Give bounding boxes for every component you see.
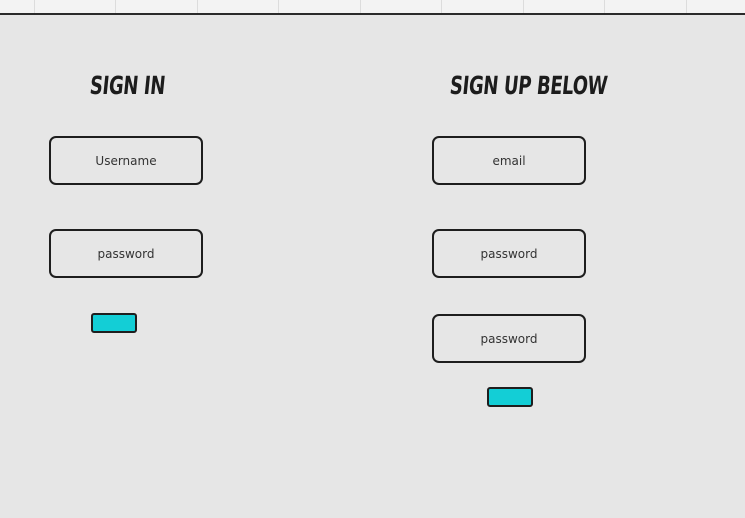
ruler-tick [604,0,605,13]
ruler-tick [360,0,361,13]
ruler-tick [441,0,442,13]
signin-title: SIGN IN [88,71,167,100]
signup-confirm-password-placeholder: password [480,331,538,346]
signup-email-field[interactable]: email [432,136,586,185]
ruler-tick [523,0,524,13]
signin-submit-button[interactable] [91,313,137,333]
signin-username-field[interactable]: Username [49,136,203,185]
signup-confirm-password-field[interactable]: password [432,314,586,363]
signin-username-placeholder: Username [95,153,157,168]
signin-password-placeholder: password [97,246,155,261]
ruler-tick [278,0,279,13]
signup-title: SIGN UP BELOW [448,71,609,100]
signup-submit-button[interactable] [487,387,533,407]
ruler-tick [197,0,198,13]
signin-password-field[interactable]: password [49,229,203,278]
ruler-tick [115,0,116,13]
ruler-tick [34,0,35,13]
signup-password-placeholder: password [480,246,538,261]
ruler-tick [686,0,687,13]
top-ruler [0,0,745,15]
signup-email-placeholder: email [492,153,526,168]
signup-password-field[interactable]: password [432,229,586,278]
wireframe-canvas: SIGN IN Username password SIGN UP BELOW … [0,15,745,518]
